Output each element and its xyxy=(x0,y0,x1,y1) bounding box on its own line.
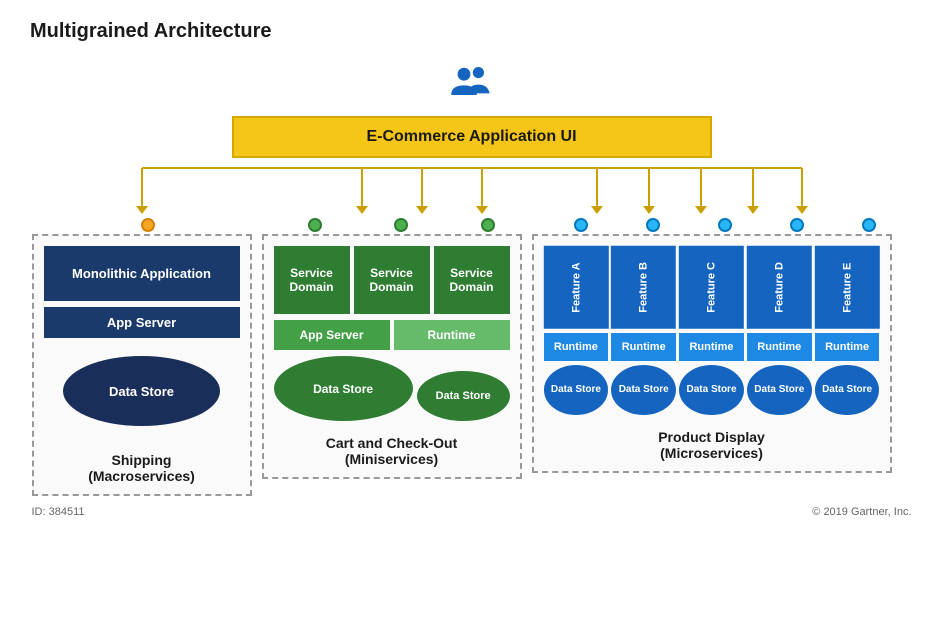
data-store-blue-5: Data Store xyxy=(815,365,880,415)
product-runtime-row: Runtime Runtime Runtime Runtime Runtime xyxy=(544,333,880,361)
service-domain-3: Service Domain xyxy=(434,246,510,314)
connecting-lines xyxy=(32,158,912,218)
feature-d: Feature D xyxy=(747,246,812,329)
data-store-blue-4: Data Store xyxy=(747,365,812,415)
cart-section: Service Domain Service Domain Service Do… xyxy=(262,234,522,479)
connector-circle-shipping xyxy=(141,218,155,232)
product-datastore-row: Data Store Data Store Data Store Data St… xyxy=(544,365,880,415)
feature-e: Feature E xyxy=(815,246,880,329)
footer-row: ID: 384511 © 2019 Gartner, Inc. xyxy=(32,506,912,518)
runtime-blue-4: Runtime xyxy=(747,333,812,361)
connector-circle-product-4 xyxy=(790,218,804,232)
runtime-blue-1: Runtime xyxy=(544,333,609,361)
product-inner: Feature A Feature B Feature C Feature D … xyxy=(544,246,880,415)
product-title: Product Display (Microservices) xyxy=(658,429,765,461)
data-store-big-cart: Data Store xyxy=(274,356,413,421)
user-icon xyxy=(448,59,496,112)
connector-circle-product-2 xyxy=(646,218,660,232)
data-store-blue-2: Data Store xyxy=(611,365,676,415)
shipping-title: Shipping (Macroservices) xyxy=(88,452,195,484)
service-domain-2: Service Domain xyxy=(354,246,430,314)
runtime-blue-2: Runtime xyxy=(611,333,676,361)
connector-circle-cart-3 xyxy=(481,218,495,232)
feature-c: Feature C xyxy=(679,246,744,329)
connector-circle-product-1 xyxy=(574,218,588,232)
data-store-blue-1: Data Store xyxy=(544,365,609,415)
feature-a: Feature A xyxy=(544,246,609,329)
cart-mid-row: App Server Runtime xyxy=(274,320,510,350)
connector-circle-cart-1 xyxy=(308,218,322,232)
user-icon-wrap xyxy=(448,59,496,112)
runtime-blue-3: Runtime xyxy=(679,333,744,361)
service-domain-1: Service Domain xyxy=(274,246,350,314)
sections-row: Monolithic Application App Server Data S… xyxy=(32,234,912,496)
cart-datastores-row: Data Store Data Store xyxy=(274,356,510,421)
shipping-section: Monolithic Application App Server Data S… xyxy=(32,234,252,496)
diagram-container: E-Commerce Application UI xyxy=(30,59,913,518)
data-store-block-shipping: Data Store xyxy=(63,356,220,426)
connectors-row xyxy=(32,218,912,232)
cart-service-domains-row: Service Domain Service Domain Service Do… xyxy=(274,246,510,314)
ecommerce-bar: E-Commerce Application UI xyxy=(232,116,712,158)
connector-circle-product-3 xyxy=(718,218,732,232)
data-store-blue-3: Data Store xyxy=(679,365,744,415)
cart-title: Cart and Check-Out (Miniservices) xyxy=(326,435,457,467)
features-row: Feature A Feature B Feature C Feature D … xyxy=(544,246,880,329)
data-store-small-cart: Data Store xyxy=(417,371,510,421)
page-title: Multigrained Architecture xyxy=(30,20,913,43)
connector-circle-cart-2 xyxy=(394,218,408,232)
runtime-block-cart: Runtime xyxy=(394,320,510,350)
runtime-blue-5: Runtime xyxy=(815,333,880,361)
cart-inner: Service Domain Service Domain Service Do… xyxy=(274,246,510,421)
connector-circle-product-5 xyxy=(862,218,876,232)
monolithic-app-block: Monolithic Application xyxy=(44,246,240,301)
footer-copyright: © 2019 Gartner, Inc. xyxy=(812,506,911,518)
app-server-block-cart: App Server xyxy=(274,320,390,350)
app-server-block-shipping: App Server xyxy=(44,307,240,338)
product-section: Feature A Feature B Feature C Feature D … xyxy=(532,234,892,473)
footer-id: ID: 384511 xyxy=(32,506,85,518)
feature-b: Feature B xyxy=(611,246,676,329)
